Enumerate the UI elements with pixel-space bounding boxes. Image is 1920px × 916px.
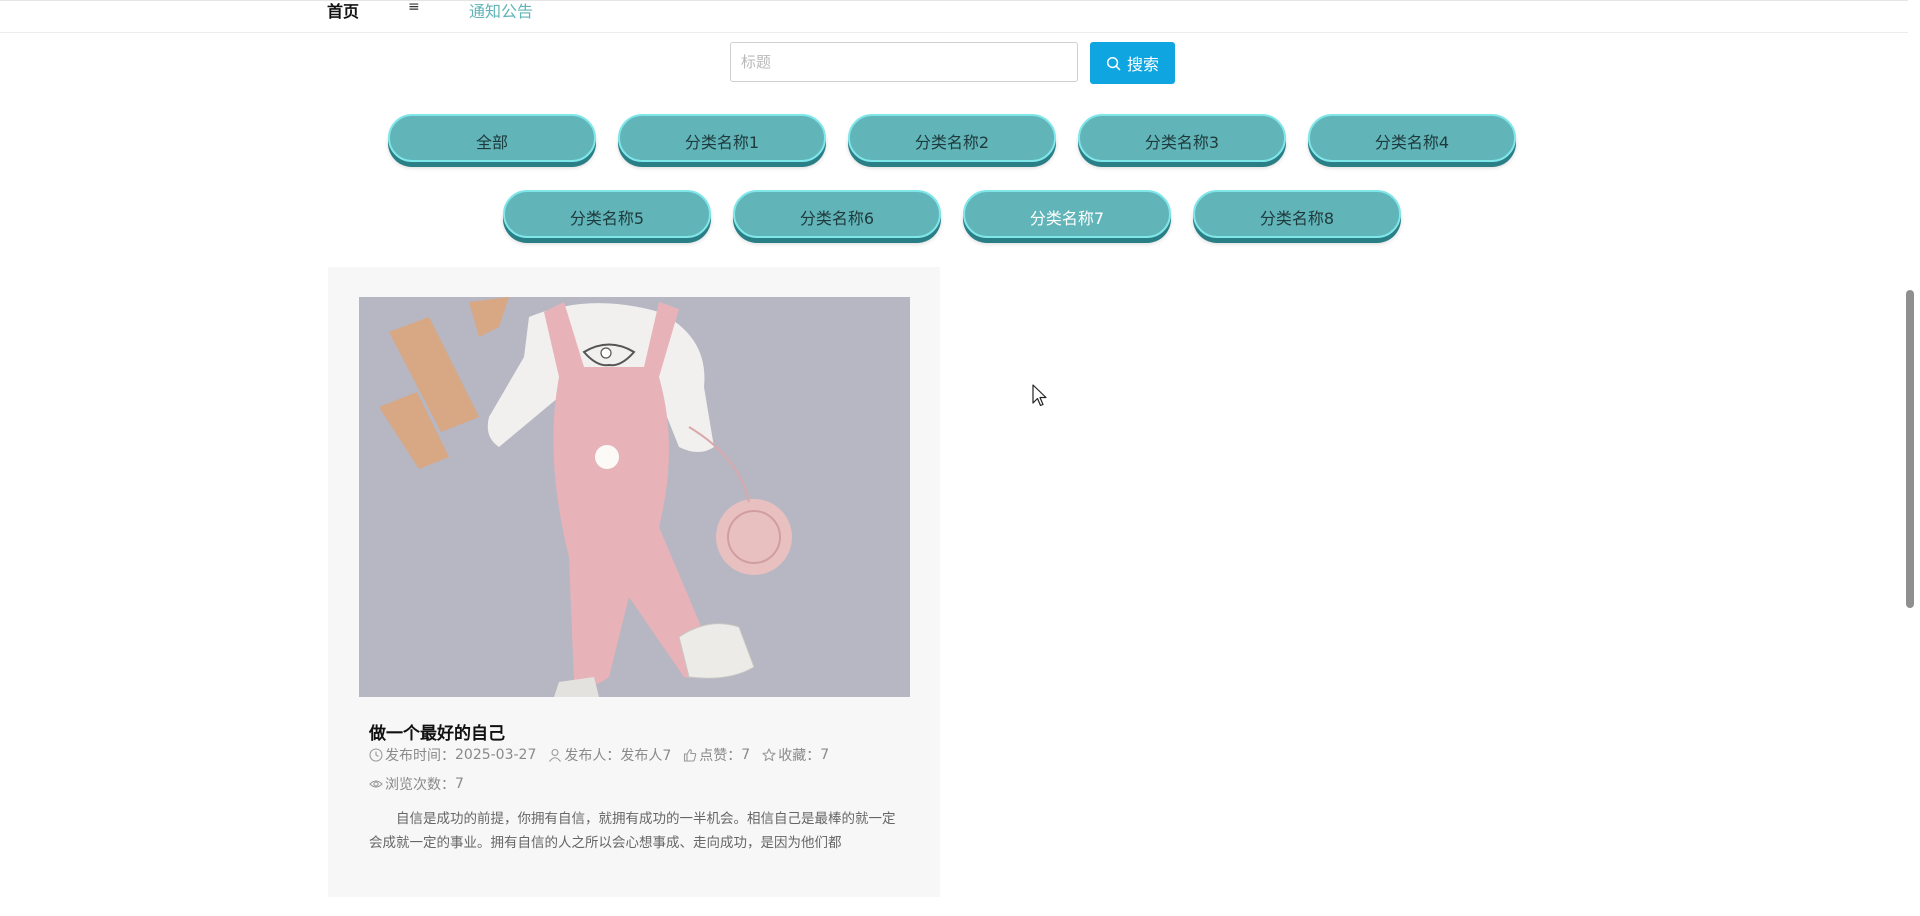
category-label: 分类名称6 <box>799 209 875 228</box>
category-label: 全部 <box>475 133 508 152</box>
favorites-label: 收藏： <box>778 748 821 764</box>
user-icon <box>549 748 562 762</box>
search-input[interactable] <box>730 42 1078 82</box>
publish-time-label: 发布时间： <box>385 748 455 764</box>
nav-menu-icon[interactable]: ≡ <box>408 0 420 15</box>
nav-home-link[interactable]: 首页 <box>327 0 359 22</box>
views: 浏览次数： 7 <box>369 774 464 794</box>
clock-icon <box>369 748 383 762</box>
category-7[interactable]: 分类名称7 <box>963 190 1171 238</box>
nav-notice-link[interactable]: 通知公告 <box>469 0 533 22</box>
search-icon <box>1106 56 1121 70</box>
top-nav: 首页 ≡ 通知公告 <box>0 0 1908 33</box>
category-label: 分类名称3 <box>1144 133 1220 152</box>
publish-time: 发布时间： 2025-03-27 <box>369 745 536 765</box>
page: 首页 ≡ 通知公告 搜索 全部 分类名称1 分类名称2 分类名称3 分类名称4 … <box>0 0 1920 916</box>
favorites-value: 7 <box>820 747 830 763</box>
article-views-row: 浏览次数： 7 <box>369 774 476 794</box>
likes[interactable]: 点赞： 7 <box>683 745 750 765</box>
page-scrollbar[interactable] <box>1906 290 1914 608</box>
publisher-value: 发布人7 <box>620 748 672 764</box>
favorites[interactable]: 收藏： 7 <box>762 745 829 765</box>
category-2[interactable]: 分类名称2 <box>848 114 1056 162</box>
article-meta-row: 发布时间： 2025-03-27 发布人： 发布人7 点赞： 7 收藏： 7 <box>369 745 841 765</box>
article-photo-illustration <box>359 297 910 697</box>
category-label: 分类名称4 <box>1374 133 1450 152</box>
eye-icon <box>369 780 383 788</box>
category-6[interactable]: 分类名称6 <box>733 190 941 238</box>
category-label: 分类名称5 <box>569 209 645 228</box>
article-title[interactable]: 做一个最好的自己 <box>369 719 505 744</box>
search-button[interactable]: 搜索 <box>1090 42 1175 84</box>
category-label: 分类名称2 <box>914 133 990 152</box>
publisher: 发布人： 发布人7 <box>548 745 671 765</box>
article-description: 自信是成功的前提，你拥有自信，就拥有成功的一半机会。相信自己是最棒的就一定会成就… <box>369 811 896 851</box>
category-label: 分类名称1 <box>684 133 760 152</box>
category-3[interactable]: 分类名称3 <box>1078 114 1286 162</box>
article-card[interactable]: 做一个最好的自己 发布时间： 2025-03-27 发布人： 发布人7 点赞： … <box>328 267 940 897</box>
category-8[interactable]: 分类名称8 <box>1193 190 1401 238</box>
mouse-cursor-icon <box>1032 384 1047 407</box>
top-nav-inner: 首页 ≡ 通知公告 <box>303 0 1603 32</box>
category-label: 分类名称7 <box>1029 209 1105 228</box>
category-1[interactable]: 分类名称1 <box>618 114 826 162</box>
views-label: 浏览次数： <box>385 777 455 793</box>
likes-label: 点赞： <box>699 748 742 764</box>
article-image[interactable] <box>359 297 910 697</box>
category-5[interactable]: 分类名称5 <box>503 190 711 238</box>
category-4[interactable]: 分类名称4 <box>1308 114 1516 162</box>
category-label: 分类名称8 <box>1259 209 1335 228</box>
search-button-label: 搜索 <box>1126 55 1159 74</box>
publisher-label: 发布人： <box>564 748 621 764</box>
publish-time-value: 2025-03-27 <box>455 747 537 763</box>
category-all[interactable]: 全部 <box>388 114 596 162</box>
star-icon <box>762 748 776 762</box>
thumbs-up-icon <box>684 748 697 762</box>
likes-value: 7 <box>741 747 751 763</box>
views-value: 7 <box>455 776 464 792</box>
